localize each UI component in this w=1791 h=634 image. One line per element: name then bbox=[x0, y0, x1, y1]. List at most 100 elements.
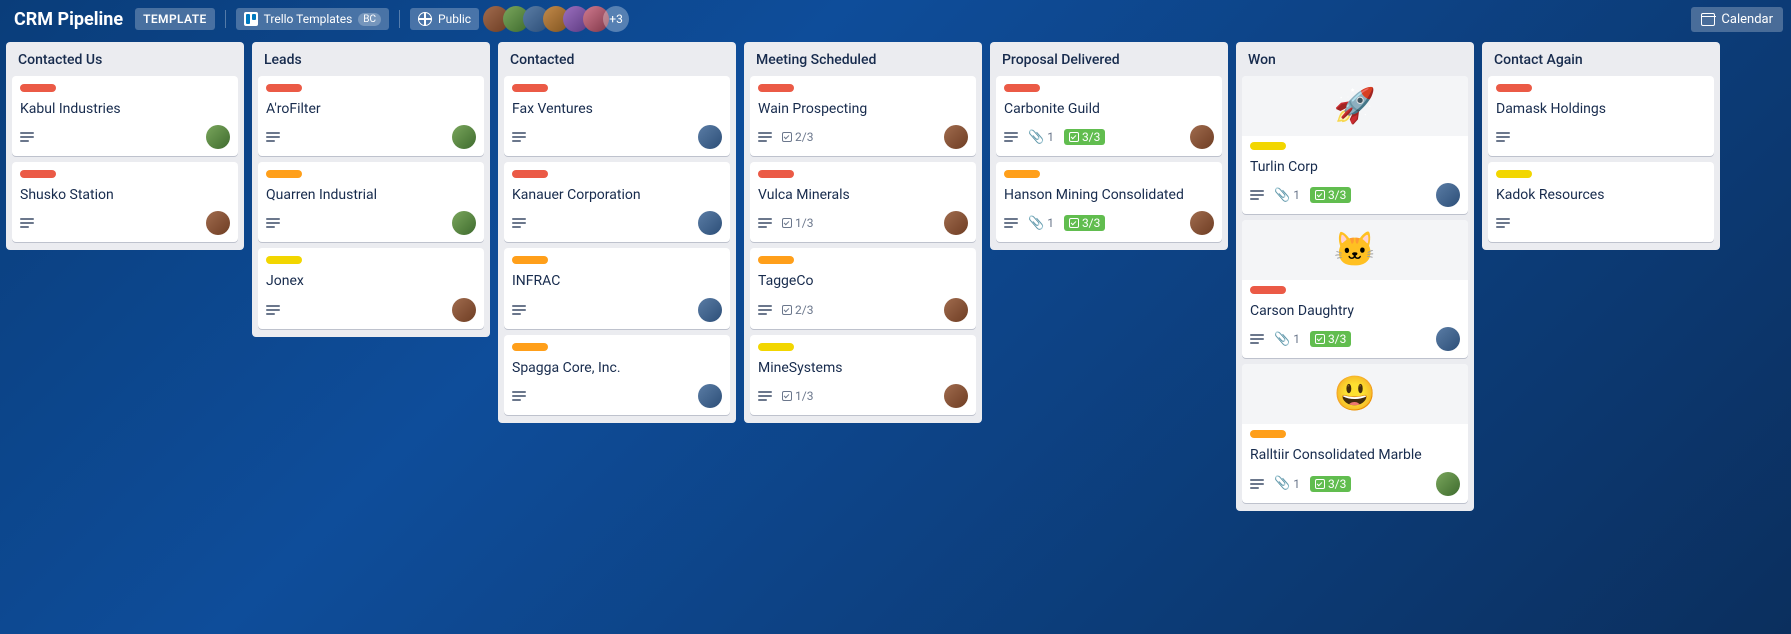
card[interactable]: Kabul Industries bbox=[12, 76, 238, 156]
card-member-avatar[interactable] bbox=[1436, 327, 1460, 351]
card[interactable]: Kanauer Corporation bbox=[504, 162, 730, 242]
card-label[interactable] bbox=[758, 343, 794, 351]
card-label[interactable] bbox=[1250, 286, 1286, 294]
board-title[interactable]: CRM Pipeline bbox=[8, 9, 129, 30]
card-member-avatar[interactable] bbox=[944, 384, 968, 408]
card-member-avatar[interactable] bbox=[1190, 211, 1214, 235]
card-label[interactable] bbox=[1004, 170, 1040, 178]
attachment-badge: 📎1 bbox=[1028, 130, 1054, 145]
board-canvas[interactable]: Contacted Us Kabul IndustriesShusko Stati… bbox=[0, 38, 1791, 634]
card-label[interactable] bbox=[512, 343, 548, 351]
card-member-avatar[interactable] bbox=[1436, 472, 1460, 496]
card[interactable]: Fax Ventures bbox=[504, 76, 730, 156]
card[interactable]: Wain Prospecting2/3 bbox=[750, 76, 976, 156]
list[interactable]: Proposal Delivered Carbonite Guild📎13/3Ha… bbox=[990, 42, 1228, 250]
card-label[interactable] bbox=[758, 84, 794, 92]
checklist-badge: 3/3 bbox=[1310, 187, 1351, 203]
card[interactable]: Shusko Station bbox=[12, 162, 238, 242]
card-member-avatar[interactable] bbox=[944, 125, 968, 149]
card-label[interactable] bbox=[266, 170, 302, 178]
card-member-avatar[interactable] bbox=[1436, 183, 1460, 207]
card-member-avatar[interactable] bbox=[206, 125, 230, 149]
card-footer bbox=[1496, 124, 1706, 150]
list-title[interactable]: Proposal Delivered bbox=[996, 48, 1222, 70]
list[interactable]: Contact Again Damask HoldingsKadok Resour… bbox=[1482, 42, 1720, 250]
card-label[interactable] bbox=[1004, 84, 1040, 92]
card[interactable]: Quarren Industrial bbox=[258, 162, 484, 242]
card[interactable]: 🐱Carson Daughtry📎13/3 bbox=[1242, 220, 1468, 358]
list[interactable]: Won 🚀Turlin Corp📎13/3🐱Carson Daughtry📎13/… bbox=[1236, 42, 1474, 511]
card-member-avatar[interactable] bbox=[1190, 125, 1214, 149]
card[interactable]: TaggeCo 2/3 bbox=[750, 248, 976, 328]
list-title[interactable]: Leads bbox=[258, 48, 484, 70]
card[interactable]: A'roFilter bbox=[258, 76, 484, 156]
list-title[interactable]: Contact Again bbox=[1488, 48, 1714, 70]
description-icon bbox=[1250, 190, 1264, 200]
card[interactable]: Kadok Resources bbox=[1488, 162, 1714, 242]
card-label[interactable] bbox=[758, 170, 794, 178]
board-members[interactable]: +3 bbox=[489, 6, 629, 32]
card-member-avatar[interactable] bbox=[452, 211, 476, 235]
card-member-avatar[interactable] bbox=[452, 125, 476, 149]
card-member-avatar[interactable] bbox=[698, 125, 722, 149]
visibility-chip[interactable]: Public bbox=[410, 8, 479, 30]
card[interactable]: Jonex bbox=[258, 248, 484, 328]
card-label[interactable] bbox=[20, 84, 56, 92]
list[interactable]: Contacted Fax Ventures Kanauer Corporation… bbox=[498, 42, 736, 423]
workspace-name: Trello Templates bbox=[264, 12, 353, 26]
card-label[interactable] bbox=[512, 170, 548, 178]
card-cover: 😃 bbox=[1242, 364, 1468, 424]
card-title: TaggeCo bbox=[758, 272, 968, 290]
card-member-avatar[interactable] bbox=[944, 298, 968, 322]
card-footer: 2/3 bbox=[758, 124, 968, 150]
card-label[interactable] bbox=[266, 84, 302, 92]
card-label[interactable] bbox=[512, 84, 548, 92]
card[interactable]: 🚀Turlin Corp📎13/3 bbox=[1242, 76, 1468, 214]
checklist-badge: 2/3 bbox=[782, 303, 813, 317]
description-icon bbox=[1250, 334, 1264, 344]
list[interactable]: Leads A'roFilterQuarren IndustrialJonex bbox=[252, 42, 490, 337]
description-icon bbox=[512, 305, 526, 315]
list[interactable]: Meeting Scheduled Wain Prospecting2/3Vulc… bbox=[744, 42, 982, 423]
description-icon bbox=[266, 218, 280, 228]
workspace-chip[interactable]: Trello Templates BC bbox=[236, 8, 389, 30]
card[interactable]: MineSystems1/3 bbox=[750, 335, 976, 415]
card[interactable]: Spagga Core, Inc. bbox=[504, 335, 730, 415]
list-title[interactable]: Contacted bbox=[504, 48, 730, 70]
card-cover: 🐱 bbox=[1242, 220, 1468, 280]
card-label[interactable] bbox=[1496, 170, 1532, 178]
card-label[interactable] bbox=[1496, 84, 1532, 92]
description-icon bbox=[758, 218, 772, 228]
list-title[interactable]: Won bbox=[1242, 48, 1468, 70]
card-footer bbox=[20, 124, 230, 150]
card[interactable]: Vulca Minerals1/3 bbox=[750, 162, 976, 242]
card-footer: 📎13/3 bbox=[1004, 124, 1214, 150]
card-label[interactable] bbox=[1250, 142, 1286, 150]
card[interactable]: Damask Holdings bbox=[1488, 76, 1714, 156]
card-label[interactable] bbox=[266, 256, 302, 264]
card-member-avatar[interactable] bbox=[206, 211, 230, 235]
description-icon bbox=[758, 305, 772, 315]
member-overflow[interactable]: +3 bbox=[603, 6, 629, 32]
calendar-button[interactable]: Calendar bbox=[1691, 7, 1783, 32]
card-title: INFRAC bbox=[512, 272, 722, 290]
card-label[interactable] bbox=[512, 256, 548, 264]
template-badge[interactable]: TEMPLATE bbox=[135, 8, 215, 30]
card-title: Kanauer Corporation bbox=[512, 186, 722, 204]
card-member-avatar[interactable] bbox=[452, 298, 476, 322]
card-member-avatar[interactable] bbox=[944, 211, 968, 235]
list-title[interactable]: Meeting Scheduled bbox=[750, 48, 976, 70]
card[interactable]: INFRAC bbox=[504, 248, 730, 328]
card-label[interactable] bbox=[20, 170, 56, 178]
card[interactable]: 😃Ralltiir Consolidated Marble📎13/3 bbox=[1242, 364, 1468, 502]
card-member-avatar[interactable] bbox=[698, 384, 722, 408]
list-title[interactable]: Contacted Us bbox=[12, 48, 238, 70]
card-member-avatar[interactable] bbox=[698, 211, 722, 235]
card-member-avatar[interactable] bbox=[698, 298, 722, 322]
separator bbox=[225, 10, 226, 28]
card[interactable]: Hanson Mining Consolidated📎13/3 bbox=[996, 162, 1222, 242]
card-label[interactable] bbox=[758, 256, 794, 264]
list[interactable]: Contacted Us Kabul IndustriesShusko Stati… bbox=[6, 42, 244, 250]
card[interactable]: Carbonite Guild📎13/3 bbox=[996, 76, 1222, 156]
card-label[interactable] bbox=[1250, 430, 1286, 438]
